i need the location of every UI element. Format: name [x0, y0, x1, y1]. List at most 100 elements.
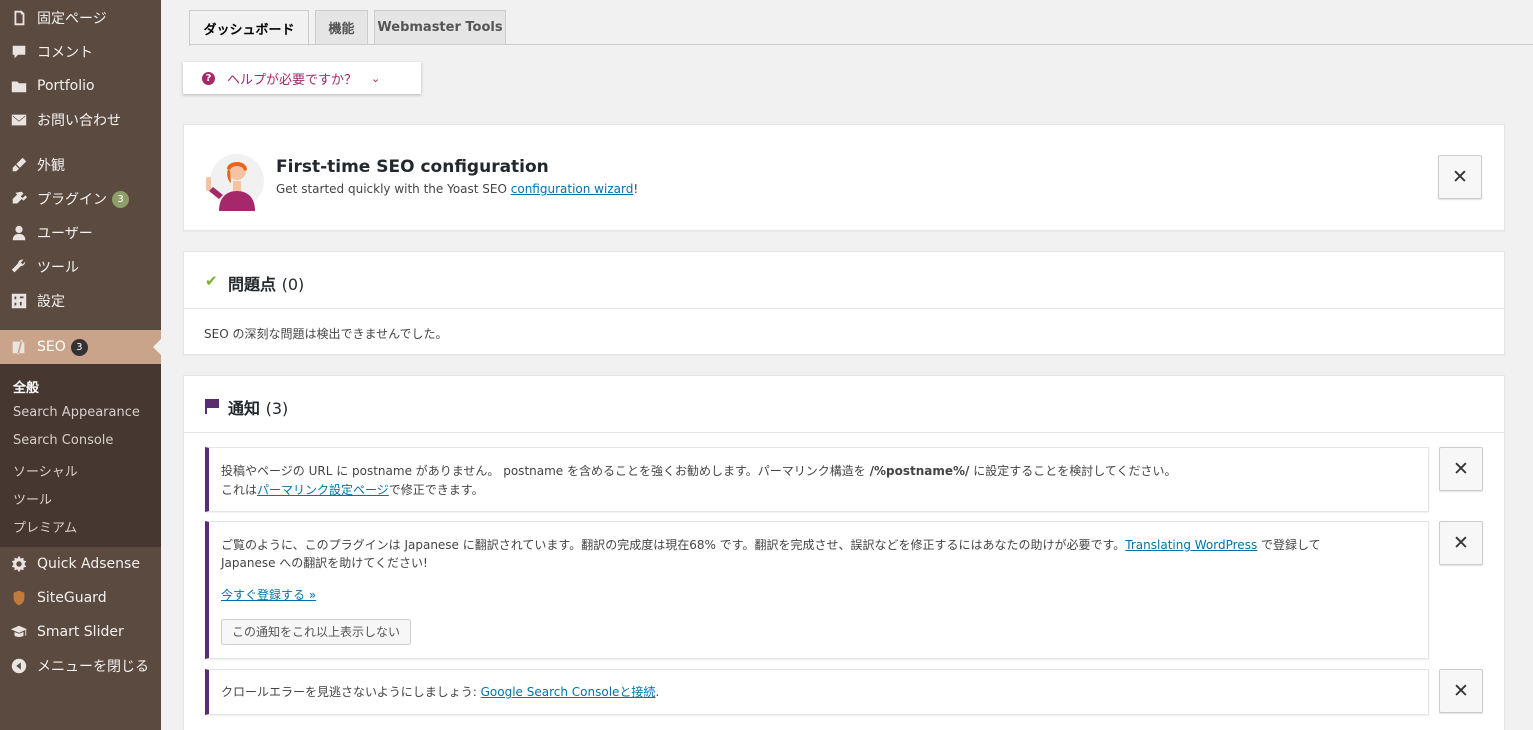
seo-count-badge: 3	[70, 338, 88, 356]
gear-icon	[9, 554, 29, 574]
problems-header: ✔ 問題点 (0)	[184, 252, 1504, 309]
seo-config-panel: First-time SEO configuration Get started…	[183, 124, 1505, 231]
dismiss-config-button[interactable]: ✕	[1438, 155, 1482, 199]
translation-notice: ご覧のように、このプラグインは Japanese に翻訳されています。翻訳の完成…	[205, 521, 1429, 659]
config-desc-text: Get started quickly with the Yoast SEO	[276, 182, 511, 196]
notice-line: クロールエラーを見逃さないようにしましょう: Google Search Con…	[221, 683, 659, 702]
comment-icon	[9, 42, 29, 62]
notice-text: これは	[221, 483, 258, 497]
dismiss-notice-button[interactable]: ✕	[1439, 669, 1483, 713]
tab-features[interactable]: 機能	[315, 10, 368, 44]
sidebar-item-label: メニューを閉じる	[37, 659, 149, 675]
plugin-icon	[9, 189, 29, 209]
sidebar-item-pages[interactable]: 固定ページ	[0, 1, 161, 35]
question-icon: ?	[202, 71, 215, 85]
sidebar-item-quick-adsense[interactable]: Quick Adsense	[0, 547, 161, 581]
user-icon	[9, 223, 29, 243]
submenu-item-search-console[interactable]: Search Console	[13, 433, 113, 448]
notice-line: 投稿やページの URL に postname がありません。 postname …	[221, 462, 1177, 481]
tab-label: ダッシュボード	[203, 23, 295, 38]
mail-icon	[9, 110, 29, 130]
tab-label: 機能	[328, 22, 355, 37]
problems-count: (0)	[281, 275, 305, 294]
sidebar-item-label: 設定	[37, 294, 65, 310]
sidebar-item-comments[interactable]: コメント	[0, 35, 161, 69]
sidebar-item-smart-slider[interactable]: Smart Slider	[0, 615, 161, 649]
problems-message: SEO の深刻な問題は検出できませんでした。	[204, 327, 448, 341]
notice-text: で修正できます。	[388, 483, 484, 497]
search-console-connect-link[interactable]: Google Search Consoleと接続	[481, 685, 656, 699]
yoast-avatar-icon	[206, 154, 264, 211]
notice-text: ご覧のように、このプラグインは Japanese に翻訳されています。翻訳の完成…	[221, 538, 1126, 552]
check-icon: ✔	[205, 272, 218, 290]
config-wizard-link[interactable]: configuration wizard	[511, 182, 634, 196]
sidebar-item-label: 固定ページ	[37, 11, 107, 27]
submenu-item-general[interactable]: 全般	[13, 377, 39, 396]
tab-divider	[189, 44, 1533, 45]
notice-line: 今すぐ登録する »	[221, 586, 316, 605]
brush-icon	[9, 155, 29, 175]
notice-text: に設定することを検討してください。	[969, 464, 1177, 478]
dismiss-notice-button[interactable]: ✕	[1439, 521, 1483, 565]
submenu-item-tools[interactable]: ツール	[13, 489, 52, 508]
submenu-item-social[interactable]: ソーシャル	[13, 461, 78, 480]
notice-text: クロールエラーを見逃さないようにしましょう:	[221, 685, 481, 699]
admin-sidebar: 固定ページ コメント Portfolio お問い合わせ 外観 プラグイン 3 ユ…	[0, 0, 161, 730]
active-indicator-arrow	[153, 339, 161, 355]
sidebar-item-siteguard[interactable]: SiteGuard	[0, 581, 161, 615]
sidebar-item-appearance[interactable]: 外観	[0, 148, 161, 182]
sidebar-item-label: Portfolio	[37, 78, 95, 94]
search-console-notice: クロールエラーを見逃さないようにしましょう: Google Search Con…	[205, 669, 1429, 715]
sidebar-item-settings[interactable]: 設定	[0, 284, 161, 318]
cap-icon	[9, 622, 29, 642]
submenu-item-search-appearance[interactable]: Search Appearance	[13, 405, 140, 420]
config-title: First-time SEO configuration	[276, 157, 549, 177]
plugin-count-badge: 3	[112, 190, 129, 208]
settings-icon	[9, 291, 29, 311]
sidebar-item-label: コメント	[37, 45, 93, 61]
tab-dashboard[interactable]: ダッシュボード	[189, 10, 309, 46]
help-label: ヘルプが必要ですか？	[227, 72, 358, 88]
dismiss-notice-button[interactable]: ✕	[1439, 447, 1483, 491]
sidebar-item-contact[interactable]: お問い合わせ	[0, 103, 161, 137]
sidebar-item-label: 外観	[37, 158, 65, 174]
notifications-title-text: 通知	[228, 399, 261, 418]
tab-webmaster-tools[interactable]: Webmaster Tools	[374, 10, 506, 44]
submenu-item-premium[interactable]: プレミアム	[13, 517, 77, 536]
shield-icon	[9, 588, 29, 608]
register-now-link[interactable]: 今すぐ登録する »	[221, 588, 316, 602]
notice-text: で登録して	[1257, 538, 1321, 552]
translating-wordpress-link[interactable]: Translating WordPress	[1125, 538, 1257, 552]
notifications-title: 通知 (3)	[228, 395, 288, 419]
flag-icon	[205, 399, 219, 414]
seo-submenu: 全般 Search Appearance Search Console ソーシャ…	[0, 364, 161, 547]
config-description: Get started quickly with the Yoast SEO c…	[276, 182, 638, 196]
yoast-icon	[9, 337, 29, 357]
sidebar-item-tools[interactable]: ツール	[0, 250, 161, 284]
permalink-settings-link[interactable]: パーマリンク設定ページ	[257, 483, 389, 497]
sidebar-item-label: Smart Slider	[37, 624, 124, 640]
sidebar-item-label: プラグイン	[37, 192, 107, 208]
sidebar-item-users[interactable]: ユーザー	[0, 216, 161, 250]
folder-icon	[9, 76, 29, 96]
wrench-icon	[9, 257, 29, 277]
chevron-down-icon: ⌄	[371, 71, 381, 85]
dont-show-again-button[interactable]: この通知をこれ以上表示しない	[221, 619, 412, 645]
sidebar-collapse-menu[interactable]: メニューを閉じる	[0, 649, 161, 683]
problems-title-text: 問題点	[228, 275, 277, 294]
sidebar-item-seo[interactable]: SEO 3	[0, 330, 161, 364]
sidebar-item-plugins[interactable]: プラグイン 3	[0, 182, 161, 216]
notifications-count: (3)	[265, 399, 289, 418]
help-button[interactable]: ? ヘルプが必要ですか？ ⌄	[183, 62, 421, 94]
notifications-header: 通知 (3)	[184, 376, 1504, 433]
sidebar-item-label: Quick Adsense	[37, 556, 140, 572]
config-desc-suffix: !	[633, 182, 639, 196]
notice-text: .	[655, 685, 660, 699]
sidebar-item-label: SEO	[37, 339, 66, 355]
notice-line: ご覧のように、このプラグインは Japanese に翻訳されています。翻訳の完成…	[221, 536, 1321, 555]
sidebar-item-label: ツール	[37, 260, 79, 276]
notice-line: これはパーマリンク設定ページで修正できます。	[221, 481, 484, 500]
problems-title: 問題点 (0)	[228, 271, 304, 295]
permalink-notice: 投稿やページの URL に postname がありません。 postname …	[205, 447, 1429, 512]
sidebar-item-portfolio[interactable]: Portfolio	[0, 69, 161, 103]
